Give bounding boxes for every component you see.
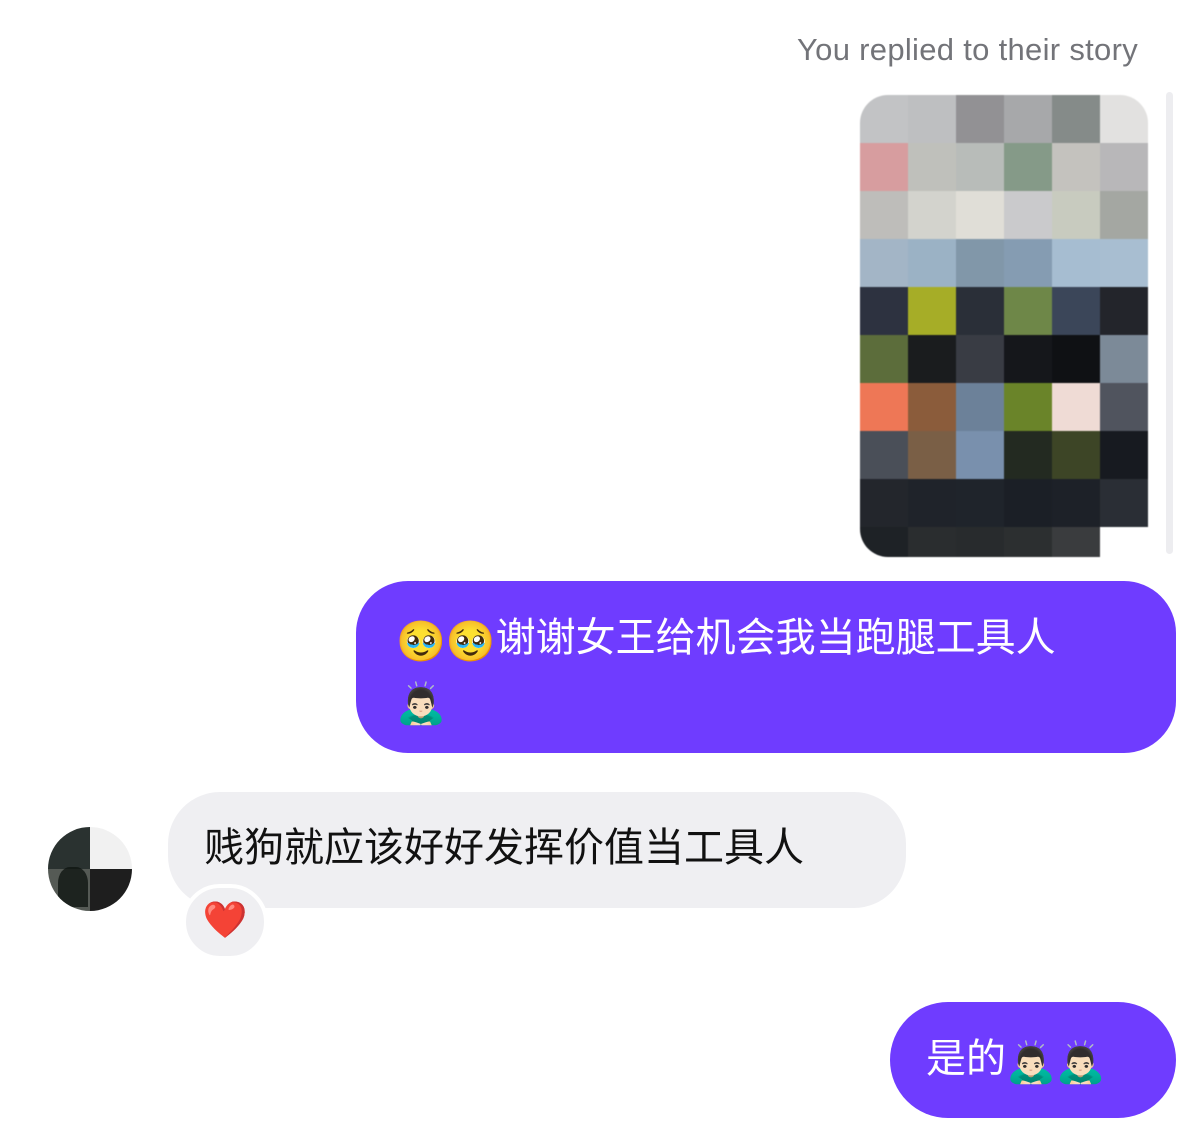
- story-thumbnail[interactable]: [860, 95, 1148, 557]
- thumbnail-pixel: [908, 95, 956, 143]
- incoming-message-bubble[interactable]: 贱狗就应该好好发挥价值当工具人: [168, 792, 906, 908]
- thumbnail-pixel: [860, 191, 908, 239]
- thumbnail-pixel: [860, 143, 908, 191]
- thumbnail-pixel: [956, 383, 1004, 431]
- story-reply-caption: You replied to their story: [797, 32, 1138, 67]
- thumbnail-pixel: [956, 95, 1004, 143]
- thumbnail-pixel: [1004, 479, 1052, 527]
- thumbnail-pixel: [860, 239, 908, 287]
- thumbnail-pixel: [1004, 431, 1052, 479]
- thumbnail-pixel: [1052, 479, 1100, 527]
- thumbnail-pixel: [1100, 191, 1148, 239]
- thumbnail-pixel: [1004, 95, 1052, 143]
- thumbnail-pixel: [1100, 431, 1148, 479]
- thumbnail-pixel: [1052, 287, 1100, 335]
- outgoing-message-bubble[interactable]: 是的🙇🏻‍♂️🙇🏻‍♂️: [890, 1002, 1176, 1118]
- thumbnail-pixel: [1100, 95, 1148, 143]
- thumbnail-pixel: [1052, 383, 1100, 431]
- thumbnail-pixel: [860, 335, 908, 383]
- thumbnail-pixel: [860, 95, 908, 143]
- thumbnail-pixel: [956, 239, 1004, 287]
- thumbnail-pixel: [860, 287, 908, 335]
- thumbnail-pixel: [860, 479, 908, 527]
- thumbnail-pixel: [1100, 143, 1148, 191]
- thumbnail-pixel: [908, 431, 956, 479]
- thumbnail-pixel: [1052, 191, 1100, 239]
- thumbnail-pixel: [1004, 335, 1052, 383]
- thumbnail-pixel: [1052, 143, 1100, 191]
- bowing-man-emoji: 🙇🏻‍♂️🙇🏻‍♂️: [1006, 1040, 1106, 1086]
- thumbnail-pixel: [908, 479, 956, 527]
- pleading-face-emoji: 🥹🥹: [396, 619, 496, 665]
- outgoing-message-bubble[interactable]: 🥹🥹谢谢女王给机会我当跑腿工具人 🙇🏻‍♂️: [356, 581, 1176, 753]
- thumbnail-pixel: [1004, 383, 1052, 431]
- reply-indicator-bar: [1166, 92, 1173, 554]
- thumbnail-pixel: [908, 527, 956, 557]
- thumbnail-pixel: [1004, 143, 1052, 191]
- thumbnail-pixel: [908, 287, 956, 335]
- thumbnail-pixel: [956, 527, 1004, 557]
- thumbnail-pixel: [956, 479, 1004, 527]
- thumbnail-pixel: [1052, 239, 1100, 287]
- heart-reaction[interactable]: ❤️: [182, 884, 268, 960]
- thumbnail-pixel: [956, 287, 1004, 335]
- message-text: 谢谢女王给机会我当跑腿工具人: [495, 615, 1056, 661]
- thumbnail-pixel: [956, 143, 1004, 191]
- thumbnail-pixel: [860, 383, 908, 431]
- thumbnail-pixel: [908, 335, 956, 383]
- thumbnail-pixel: [1004, 239, 1052, 287]
- thumbnail-pixel: [908, 191, 956, 239]
- thumbnail-pixel: [1004, 191, 1052, 239]
- thumbnail-pixel: [1004, 527, 1052, 557]
- thumbnail-pixel: [1052, 527, 1100, 557]
- thumbnail-pixel: [1052, 95, 1100, 143]
- thumbnail-pixel: [1100, 287, 1148, 335]
- thumbnail-pixel: [1100, 479, 1148, 527]
- bowing-man-emoji: 🙇🏻‍♂️: [396, 681, 446, 727]
- thumbnail-pixel: [908, 143, 956, 191]
- thumbnail-pixel: [1100, 239, 1148, 287]
- thumbnail-pixel: [956, 191, 1004, 239]
- thumbnail-pixel: [860, 431, 908, 479]
- sender-avatar[interactable]: [48, 827, 132, 911]
- message-text: 贱狗就应该好好发挥价值当工具人: [204, 825, 804, 871]
- thumbnail-pixel: [908, 239, 956, 287]
- thumbnail-pixel: [956, 335, 1004, 383]
- thumbnail-pixel: [1100, 383, 1148, 431]
- thumbnail-pixel: [860, 527, 908, 557]
- thumbnail-pixel: [1100, 527, 1148, 557]
- thumbnail-pixel: [1052, 431, 1100, 479]
- thumbnail-pixel: [1100, 335, 1148, 383]
- thumbnail-pixel: [1004, 287, 1052, 335]
- message-text: 是的: [926, 1036, 1006, 1082]
- thumbnail-pixel: [956, 431, 1004, 479]
- thumbnail-pixel: [1052, 335, 1100, 383]
- thumbnail-pixel: [908, 383, 956, 431]
